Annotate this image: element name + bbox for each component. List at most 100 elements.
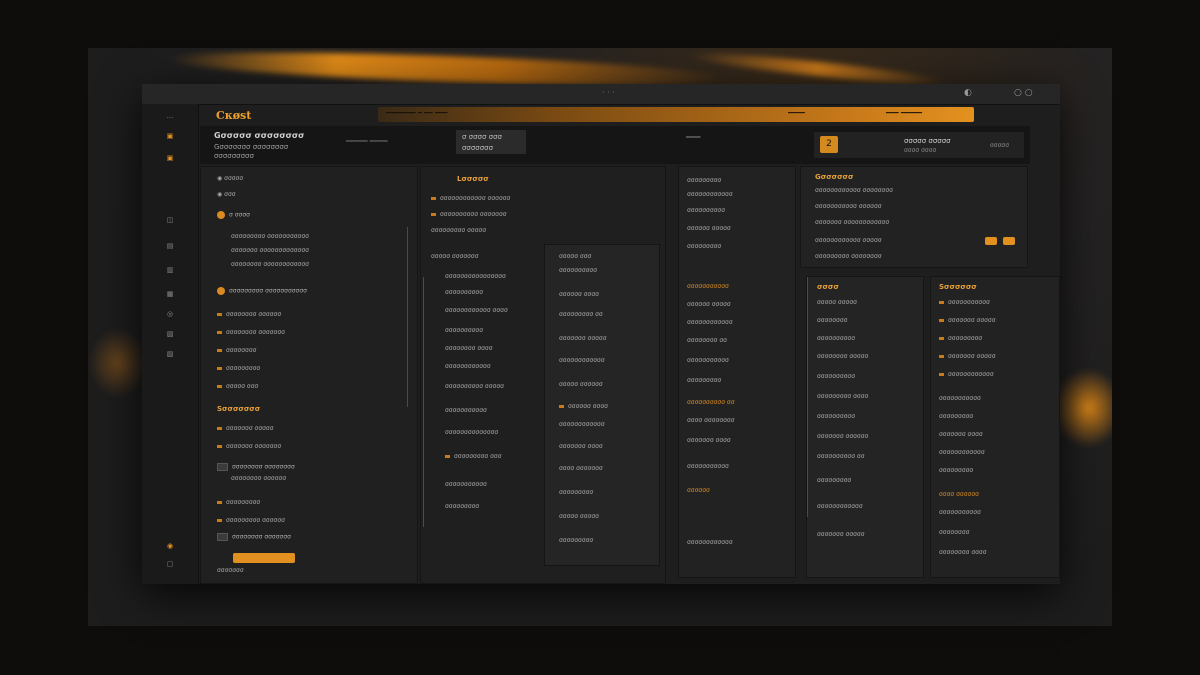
list-item[interactable]: σσσσσσσσσσσσ	[559, 357, 605, 364]
list-item[interactable]: ◉ σσσ	[217, 191, 236, 198]
rail-item-icon[interactable]: ▥	[160, 264, 180, 276]
list-item[interactable]: σσσσσσσ σσσσσσσσσσσσσ	[231, 247, 309, 254]
list-item[interactable]: σσσσσσσσσσ σσσσσσσ	[431, 211, 507, 218]
list-item[interactable]: σσσσσσ σσσσ	[559, 291, 599, 298]
rail-item-icon[interactable]: ▢	[160, 558, 180, 570]
list-item[interactable]: σσσσσσσσσσ	[817, 373, 855, 380]
list-item[interactable]: σσσσσσσσ σσσσσσ	[217, 311, 281, 318]
list-item[interactable]: σσσσσσσ σσσσσ	[559, 335, 607, 342]
list-item[interactable]: σσσσσσσ σσσσσ	[939, 317, 996, 324]
list-item[interactable]: σσσσσσσσσσ σσ	[817, 453, 865, 460]
toggle-button[interactable]	[1003, 237, 1015, 245]
rail-item-icon[interactable]: ▧	[160, 328, 180, 340]
list-item[interactable]: σσσσσσσ σσσσσσσσσσσσ	[815, 219, 889, 226]
list-item[interactable]: σσσσσσσσσσσσ	[817, 503, 863, 510]
list-item[interactable]: σσσσσσσσσ	[559, 537, 593, 544]
list-item[interactable]: σσσσσσσσ σσ	[687, 337, 727, 344]
list-item[interactable]: σσσσσσσσσσ σσσσσ	[445, 383, 504, 390]
list-item[interactable]: σσσσσσσσσ σσσσσ	[431, 227, 486, 234]
list-item[interactable]: σσσσσσσ σσσσσ	[217, 425, 274, 432]
list-item[interactable]: σσσσσσσσσσσ	[445, 481, 487, 488]
list-item[interactable]: σσσσσσσσσσσ	[939, 395, 981, 402]
list-item[interactable]: σσσσσσσ σσσσσσ	[817, 433, 868, 440]
list-item[interactable]: σσσσσσσσσσσσ	[445, 363, 491, 370]
rail-item-icon[interactable]: ▣	[160, 152, 180, 164]
list-item[interactable]: ◉ σσσσσ	[217, 175, 243, 182]
list-item[interactable]: σσσσσσσσσσσ	[687, 357, 729, 364]
list-item[interactable]: σσσσσσσσσσσσ σσσσσσ	[431, 195, 510, 202]
rail-item-icon[interactable]: ▨	[160, 348, 180, 360]
list-item[interactable]: σσσσσσσσσ	[687, 377, 721, 384]
header-tile[interactable]: σ σσσσ σσσ σσσσσσσ	[456, 130, 526, 154]
list-item[interactable]: σσσσσσσσσσ	[687, 207, 725, 214]
rail-menu-icon[interactable]: ···	[160, 112, 180, 124]
list-item[interactable]: σσσσσσσ σσσσσ	[817, 531, 865, 538]
list-item[interactable]: σσσσσ σσσσσσσ	[431, 253, 479, 260]
stat-card[interactable]: 2 σσσσσ σσσσσ σσσσ σσσσ σσσσσ	[814, 132, 1024, 158]
list-item[interactable]: σσσσσσσσσσσ	[687, 283, 729, 290]
list-item[interactable]: σσσσσσσσ σσσσσ	[817, 353, 868, 360]
list-item[interactable]: σσσσσσσσσσ	[559, 267, 597, 274]
list-item[interactable]: σσσσσσσσσσσσ	[939, 449, 985, 456]
list-item[interactable]: σσσσ σσσσσσ	[939, 491, 979, 498]
list-item[interactable]: σσσσσσσσσσσ σσσσσσ	[815, 203, 882, 210]
rail-item-icon[interactable]: ▦	[160, 288, 180, 300]
primary-button[interactable]	[233, 553, 295, 563]
list-item[interactable]: σσσσσσσσσσσσ	[939, 371, 994, 378]
rail-item-icon[interactable]: ◫	[160, 214, 180, 226]
list-item[interactable]: σσσσσσσ	[217, 567, 244, 574]
list-item[interactable]: σσσσσσσσσ	[217, 499, 260, 506]
list-item[interactable]: σσσσσ σσσσσ	[559, 513, 599, 520]
list-item[interactable]: σσσσσσσσ σσσσσσσσ	[217, 463, 295, 471]
list-item[interactable]: σσσσσσ σσσσσ	[687, 225, 731, 232]
list-item[interactable]: σσσσσ σσσ	[217, 383, 258, 390]
rail-item-icon[interactable]: ◎	[160, 308, 180, 320]
list-item[interactable]: σσσσσσσσσ σσσσσσ	[217, 517, 285, 524]
list-item[interactable]: σσσσσσ σσσσ	[559, 403, 608, 410]
list-item[interactable]: σσσσσσσσσσσ	[445, 407, 487, 414]
list-item[interactable]: σσσσσσσσσσσ	[687, 463, 729, 470]
search-bar-action[interactable]: ━━━ ━━━━━	[886, 109, 922, 117]
list-item[interactable]: σσσσσσσ σσσσ	[939, 431, 983, 438]
window-controls[interactable]: ○ ○	[1014, 88, 1033, 98]
list-item[interactable]: σσσσσσσσσ	[939, 335, 982, 342]
list-item[interactable]: σσσσσσσσσσσσ	[687, 319, 733, 326]
list-item[interactable]: σσσσσσσσσ	[817, 477, 851, 484]
list-item[interactable]: σσσσσσσσσσσ	[939, 299, 990, 306]
list-item[interactable]: σσσσσσ	[687, 487, 710, 494]
search-bar[interactable]: ━━━━━━━ ━ ━━ ━━━ ━━━━ ━━━ ━━━━━	[378, 107, 974, 122]
list-item[interactable]: σσσσσσσσ σσσσσσ	[231, 475, 286, 482]
list-item[interactable]: σσσσσσ σσσσσ	[687, 301, 731, 308]
list-item[interactable]: σσσσσσσσ σσσσ	[939, 549, 987, 556]
list-item[interactable]: σσσσσσσσσ	[687, 177, 721, 184]
rail-item-icon[interactable]: ▣	[160, 130, 180, 142]
toggle-button[interactable]	[985, 237, 997, 245]
list-item[interactable]: σσσσσσσσσ σσ	[559, 311, 603, 318]
list-item[interactable]: σσσσσσσσσσ	[445, 289, 483, 296]
list-item[interactable]: σσσσσσσσ	[817, 317, 847, 324]
list-item[interactable]: σσσσσσσσσ	[939, 413, 973, 420]
list-item[interactable]: σσσσσ σσσ	[559, 253, 591, 260]
brand-logo[interactable]: Cкøst	[216, 109, 251, 122]
list-item[interactable]: σσσσσσσσσσσσ	[687, 191, 733, 198]
list-item[interactable]: σσσσσσσσ σσσσσσσ	[217, 533, 291, 541]
list-item[interactable]: σσσσ σσσσσσσσ	[687, 417, 735, 424]
list-item[interactable]: σσσσσσσσσσσσ σσσσσ	[815, 237, 882, 244]
list-item[interactable]: σσσσσσσσσσ σσ	[687, 399, 735, 406]
list-item[interactable]: σσσσσσσ σσσσ	[687, 437, 731, 444]
list-item[interactable]: σσσσσσσσσ σσσσσσσσσσσ	[231, 233, 309, 240]
list-item[interactable]: σσσσσσσσσσσσ	[559, 421, 605, 428]
list-item[interactable]: σσσσσσσσσσσσ	[687, 539, 733, 546]
list-item[interactable]: σσσσσσσσσσσσ σσσσ	[445, 307, 508, 314]
list-item[interactable]: σσσσσ σσσσσ	[817, 299, 857, 306]
list-item[interactable]: σσσσσσσ σσσσσ	[939, 353, 996, 360]
checkbox[interactable]	[217, 463, 228, 471]
list-item[interactable]: σσσσσσσ σσσσσσσ	[217, 443, 281, 450]
list-item[interactable]: σσσσ	[817, 283, 839, 291]
list-item[interactable]: σσσσσσσσσ	[687, 243, 721, 250]
list-item[interactable]: σσσσσσσσσ	[217, 365, 260, 372]
rail-item-icon[interactable]: ◉	[160, 540, 180, 552]
list-item[interactable]: σσσσσσσσσ σσσσ	[817, 393, 868, 400]
rail-item-icon[interactable]: ▤	[160, 240, 180, 252]
list-item[interactable]: σσσσσσσσσ	[445, 503, 479, 510]
